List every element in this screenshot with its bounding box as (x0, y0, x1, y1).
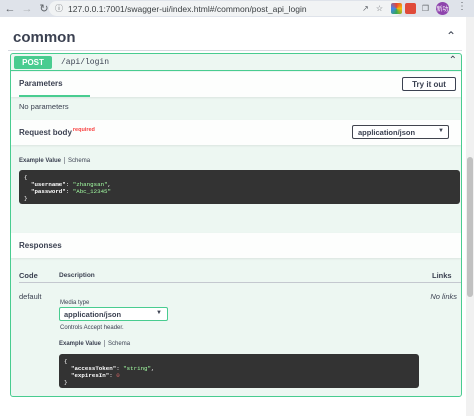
back-icon[interactable]: ← (3, 2, 17, 16)
address-url[interactable]: 127.0.0.1:7001/swagger-ui/index.html#/co… (68, 4, 307, 14)
page-scrollbar[interactable] (466, 17, 474, 416)
request-body-header: Request bodyrequired application/json ▼ (11, 120, 461, 145)
browser-toolbar: ← → ↻ ⓘ 127.0.0.1:7001/swagger-ui/index.… (0, 0, 474, 17)
chevron-up-icon[interactable]: ⌃ (449, 55, 457, 66)
tab-example-value[interactable]: Example Value (19, 158, 61, 164)
star-icon[interactable]: ☆ (374, 3, 385, 14)
tab-example-value[interactable]: Example Value (59, 341, 101, 347)
operation-summary[interactable]: POST /api/login ⌃ (11, 54, 461, 71)
responses-table-header: Code Description Links (19, 269, 461, 283)
chevron-down-icon: ▼ (438, 128, 444, 134)
info-icon[interactable]: ⓘ (55, 3, 63, 14)
no-parameters-text: No parameters (19, 102, 69, 111)
column-description: Description (59, 272, 95, 279)
parameters-header: Parameters Try it out (11, 72, 461, 97)
chevron-up-icon[interactable]: ⌃ (446, 29, 456, 43)
avatar[interactable]: 新功 (436, 2, 449, 15)
media-type-select[interactable]: application/json ▼ (59, 307, 168, 321)
tab-parameters[interactable]: Parameters (19, 72, 90, 97)
content-type-select[interactable]: application/json ▼ (352, 125, 449, 139)
kebab-menu-icon[interactable]: ⋮ (457, 1, 467, 12)
column-links: Links (432, 271, 452, 280)
request-body-label: Request bodyrequired (19, 127, 95, 137)
request-example-code: { "username": "zhangsan", "password": "A… (19, 170, 460, 204)
scrollbar-thumb[interactable] (467, 157, 473, 297)
extension-colorful-icon[interactable] (391, 3, 402, 14)
method-badge: POST (14, 55, 52, 69)
responses-title: Responses (19, 241, 62, 250)
response-example-tabs: Example Value Schema (59, 340, 130, 347)
controls-accept-text: Controls Accept header. (60, 325, 124, 331)
media-type-label: Media type (60, 300, 90, 306)
media-type-value: application/json (64, 309, 122, 319)
tag-title: common (13, 29, 76, 46)
puzzle-icon[interactable]: ❐ (420, 3, 431, 14)
try-it-out-button[interactable]: Try it out (402, 77, 456, 91)
tab-schema[interactable]: Schema (108, 341, 130, 347)
chevron-down-icon: ▼ (156, 310, 162, 316)
operation-block: POST /api/login ⌃ Parameters Try it out … (10, 53, 462, 397)
response-links: No links (430, 292, 457, 301)
required-label: required (72, 127, 95, 133)
column-code: Code (19, 271, 38, 280)
tab-separator (64, 157, 66, 164)
tab-separator (104, 340, 106, 347)
share-icon[interactable]: ↗ (360, 3, 371, 14)
request-example-tabs: Example Value Schema (19, 157, 90, 164)
forward-icon[interactable]: → (20, 2, 34, 16)
operation-path: /api/login (61, 57, 110, 67)
tag-section-header[interactable]: common ⌃ (8, 25, 462, 51)
tab-schema[interactable]: Schema (68, 158, 90, 164)
content-type-value: application/json (358, 127, 416, 137)
address-bar[interactable]: ⓘ 127.0.0.1:7001/swagger-ui/index.html#/… (49, 1, 402, 16)
extension-red-icon[interactable] (405, 3, 416, 14)
response-code: default (19, 292, 42, 301)
responses-header: Responses (11, 233, 461, 258)
response-example-code: { "accessToken": "string", "expiresIn": … (59, 354, 419, 388)
